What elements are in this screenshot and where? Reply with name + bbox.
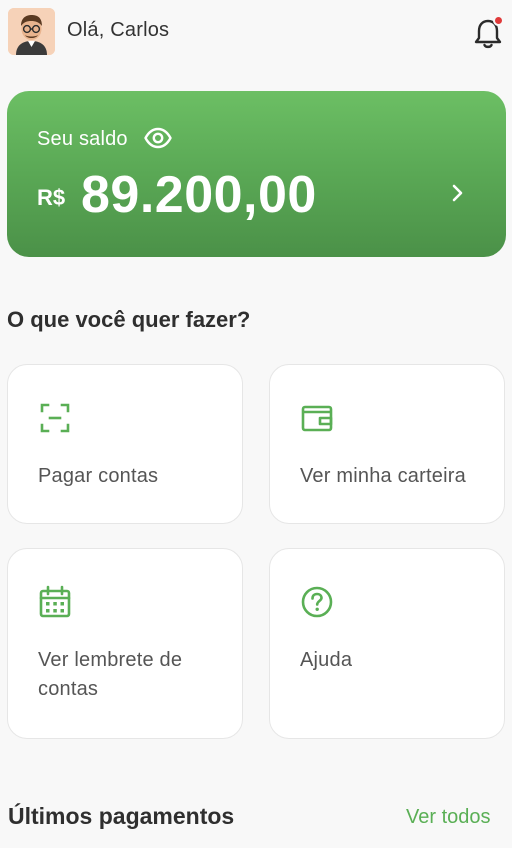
- eye-icon[interactable]: [143, 123, 173, 153]
- action-card-bill-reminder[interactable]: Ver lembrete de contas: [7, 548, 243, 739]
- balance-label: Seu saldo: [37, 128, 128, 150]
- greeting-text: Olá, Carlos: [67, 19, 170, 41]
- action-label: Ajuda: [300, 649, 353, 671]
- action-label: Pagar contas: [38, 465, 159, 487]
- recent-payments-title: Últimos pagamentos: [8, 803, 235, 829]
- balance-card[interactable]: Seu saldo R$ 89.200,00: [7, 91, 506, 257]
- action-label: Ver minha carteira: [300, 465, 466, 487]
- balance-currency: R$: [37, 185, 66, 210]
- action-card-wallet[interactable]: Ver minha carteira: [269, 364, 505, 524]
- action-card-help[interactable]: Ajuda: [269, 548, 505, 739]
- scan-icon: [40, 403, 70, 433]
- balance-amount: 89.200,00: [81, 166, 317, 224]
- help-circle-icon: [301, 586, 333, 618]
- action-label: Ver lembrete de contas: [38, 649, 183, 700]
- calendar-icon: [39, 585, 71, 618]
- header: Olá, Carlos: [0, 0, 512, 64]
- avatar-man-icon[interactable]: [8, 8, 55, 55]
- chevron-right-icon[interactable]: [447, 182, 469, 204]
- see-all-link[interactable]: Ver todos: [406, 806, 491, 829]
- notification-dot: [493, 15, 504, 26]
- wallet-icon: [301, 405, 333, 432]
- actions-section-title: O que você quer fazer?: [7, 307, 251, 332]
- action-card-pay-bills[interactable]: Pagar contas: [7, 364, 243, 524]
